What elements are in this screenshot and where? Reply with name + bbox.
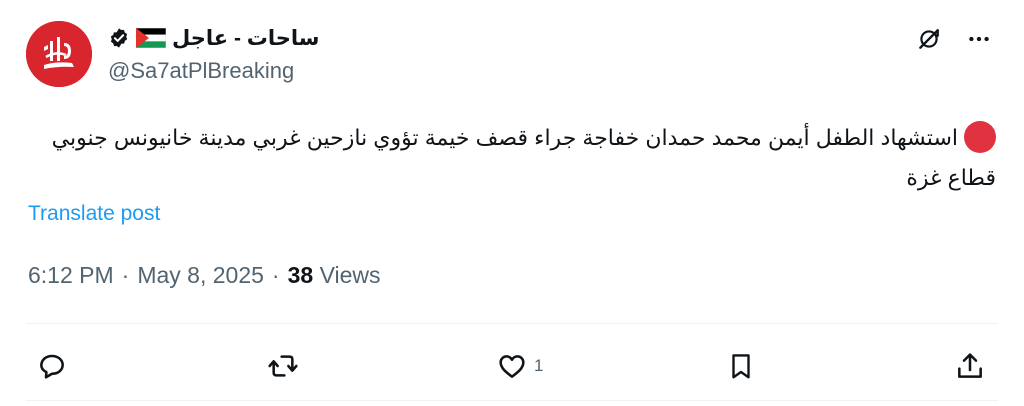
red-circle-icon bbox=[964, 121, 996, 153]
reply-button[interactable] bbox=[36, 344, 68, 388]
meta-separator: · bbox=[271, 262, 280, 288]
like-button[interactable]: 1 bbox=[496, 344, 543, 388]
bookmark-button[interactable] bbox=[726, 344, 756, 388]
like-icon bbox=[496, 350, 528, 382]
palestine-flag-icon bbox=[136, 28, 166, 48]
share-icon bbox=[954, 350, 986, 382]
more-icon[interactable] bbox=[964, 24, 994, 54]
action-bar: 1 bbox=[0, 344, 1024, 388]
bookmark-icon bbox=[726, 350, 756, 382]
author-display-name[interactable]: ساحات - عاجل bbox=[172, 26, 319, 51]
top-actions bbox=[914, 24, 994, 54]
divider bbox=[26, 323, 998, 324]
tweet-text: استشهاد الطفل أيمن محمد حمدان خفاجة جراء… bbox=[51, 125, 996, 190]
meta-separator: · bbox=[121, 262, 130, 288]
grok-icon[interactable] bbox=[914, 24, 944, 54]
tweet-time[interactable]: 6:12 PM bbox=[28, 262, 114, 289]
repost-button[interactable] bbox=[266, 344, 300, 388]
like-count: 1 bbox=[534, 356, 544, 375]
avatar[interactable] bbox=[26, 21, 92, 87]
verified-badge-icon bbox=[108, 27, 130, 49]
tweet-meta: 6:12 PM · May 8, 2025 · 38 Views bbox=[28, 262, 381, 289]
author-handle[interactable]: @Sa7atPlBreaking bbox=[108, 58, 294, 84]
views-count: 38 bbox=[287, 262, 314, 288]
views[interactable]: 38 Views bbox=[288, 262, 381, 289]
translate-post-link[interactable]: Translate post bbox=[28, 202, 160, 226]
author-name-row[interactable]: ساحات - عاجل bbox=[108, 24, 319, 52]
share-button[interactable] bbox=[954, 344, 986, 388]
reply-icon bbox=[36, 350, 68, 382]
repost-icon bbox=[266, 350, 300, 382]
tweet-date[interactable]: May 8, 2025 bbox=[137, 262, 264, 289]
views-label: Views bbox=[319, 262, 381, 288]
divider bbox=[26, 400, 998, 401]
tweet-text-container: استشهاد الطفل أيمن محمد حمدان خفاجة جراء… bbox=[26, 118, 996, 198]
sahat-logo-icon bbox=[26, 21, 92, 87]
